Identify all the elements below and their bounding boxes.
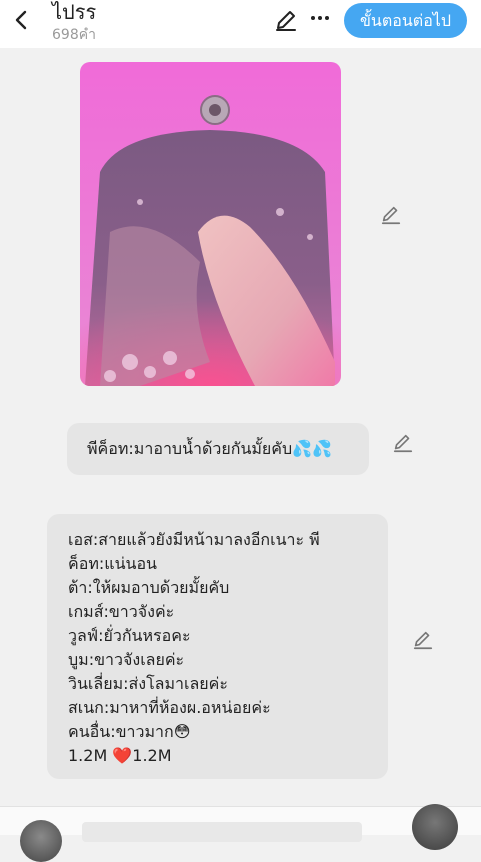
message-line: ต้า:ให้ผมอาบด้วยมั้ยคับ <box>68 578 230 597</box>
message-bubble[interactable]: พีค็อท:มาอาบน้ำด้วยกันมั้ยคับ💦💦 <box>67 423 369 475</box>
message-bubble[interactable]: เอส:สายแล้วยังมีหน้ามาลงอีกเนาะ พี ค็อท:… <box>47 514 388 779</box>
back-button[interactable] <box>10 8 32 32</box>
message-line: เกมส์:ขาวจังค่ะ <box>68 602 175 621</box>
more-dots-icon <box>311 16 329 20</box>
pencil-icon <box>381 206 401 225</box>
edit-message-button[interactable] <box>412 629 434 651</box>
next-step-button[interactable]: ขั้นตอนต่อไป <box>344 3 467 38</box>
avatar[interactable] <box>20 820 62 862</box>
chevron-left-icon <box>15 10 27 30</box>
avatar[interactable] <box>412 804 458 850</box>
message-line: วินเลี่ยม:ส่งโลมาเลยค่ะ <box>68 674 228 693</box>
edit-image-button[interactable] <box>380 204 402 226</box>
pencil-icon <box>393 434 413 453</box>
word-count: 698คำ <box>52 27 96 43</box>
bathtub-photo[interactable] <box>80 62 341 386</box>
message-line: บูม:ขาวจังเลยค่ะ <box>68 650 185 669</box>
message-line: ค็อท:แน่นอน <box>68 554 157 573</box>
message-line: สเนก:มาหาที่ห้องผ.อหน่อยค่ะ <box>68 698 271 717</box>
edit-message-button[interactable] <box>392 432 414 454</box>
pencil-icon <box>413 631 433 650</box>
message-line: คนอื่น:ขาวมาก😳 <box>68 722 191 741</box>
message-input[interactable] <box>82 822 362 842</box>
pencil-icon <box>276 11 296 31</box>
message-text: พีค็อท:มาอาบน้ำด้วยกันมั้ยคับ💦💦 <box>87 439 332 458</box>
message-line: 1.2M ❤️1.2M <box>68 746 172 765</box>
more-button[interactable] <box>310 4 330 28</box>
top-bar: ไปรร 698คำ ขั้นตอนต่อไป <box>0 0 481 48</box>
message-line: วูลฟ์:ยั่วกันหรอคะ <box>68 626 191 645</box>
edit-button[interactable] <box>274 8 298 32</box>
message-line: เอส:สายแล้วยังมีหน้ามาลงอีกเนาะ พี <box>68 530 320 549</box>
